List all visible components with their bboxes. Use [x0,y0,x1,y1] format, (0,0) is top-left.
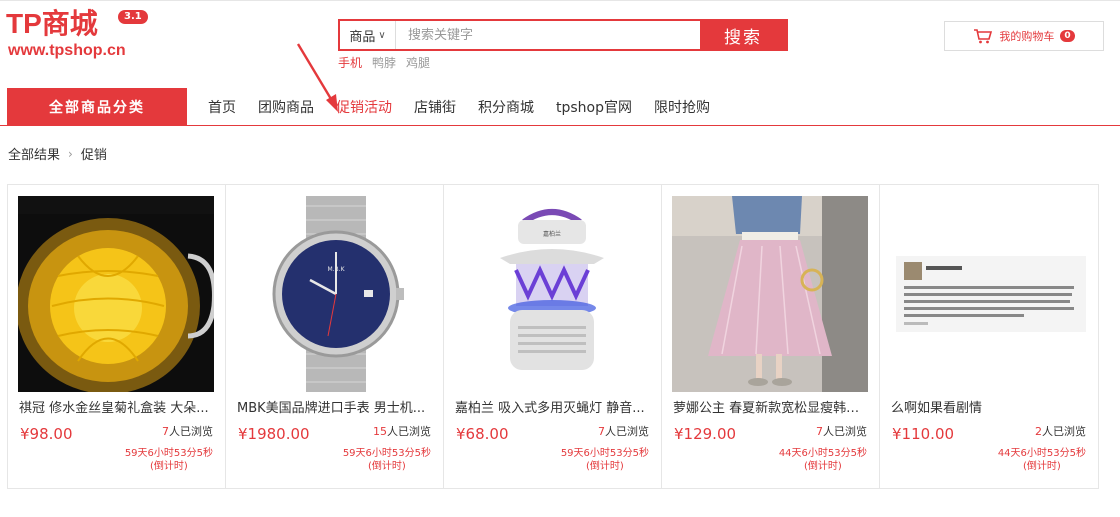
cart-icon [974,29,993,44]
product-name[interactable]: 嘉柏兰 吸入式多用灭蝇灯 静音... [455,397,651,416]
views-count: 15 [373,425,387,438]
views-count: 7 [598,425,605,438]
product-image[interactable]: 嘉柏兰 [454,196,650,392]
countdown-value: 44天6小时53分5秒 [778,448,867,459]
product-price: ¥68.00 [456,425,509,443]
product-card[interactable]: 祺冠 修水金丝皇菊礼盒装 大朵... ¥98.00 7人已浏览 59天6小时53… [8,185,226,488]
logo-url: www.tpshop.cn [8,42,126,59]
product-image[interactable] [672,196,868,392]
product-name[interactable]: 么啊如果看剧情 [891,397,1087,416]
views-count: 7 [162,425,169,438]
search-category-label: 商品 [349,29,376,45]
countdown-timer: 59天6小时53分5秒 (倒计时) [125,447,213,473]
views-count: 7 [816,425,823,438]
views-count: 2 [1035,425,1042,438]
hot-keywords: 手机 鸭脖 鸡腿 [338,54,430,71]
product-name[interactable]: MBK美国品牌进口手表 男士机... [237,397,433,416]
product-card[interactable]: M.B.K MBK美国品牌进口手表 男士机... ¥1980.00 15人已浏览… [226,185,444,488]
all-categories-button[interactable]: 全部商品分类 [7,88,187,126]
views-label: 人已浏览 [169,425,213,438]
svg-text:嘉柏兰: 嘉柏兰 [543,230,561,238]
countdown-note: (倒计时) [586,461,624,472]
product-views: 15人已浏览 [373,423,431,439]
nav-item-home[interactable]: 首页 [208,97,236,117]
nav-item-points-mall[interactable]: 积分商城 [478,97,534,117]
countdown-note: (倒计时) [150,461,188,472]
logo-title: TP商城 [6,8,98,39]
search-bar: 商品 ∨ 搜索 [338,19,788,51]
product-card[interactable]: 嘉柏兰 嘉柏兰 吸入式多用灭蝇灯 静音... ¥68.00 7人已浏览 59天6… [444,185,662,488]
product-price: ¥110.00 [892,425,955,443]
chevron-down-icon: ∨ [378,29,386,41]
svg-text:M.B.K: M.B.K [327,266,345,273]
views-label: 人已浏览 [605,425,649,438]
nav-item-official-site[interactable]: tpshop官网 [556,97,632,117]
product-price: ¥98.00 [20,425,73,443]
product-image[interactable]: M.B.K [236,196,432,392]
breadcrumb-root[interactable]: 全部结果 [8,144,60,163]
product-views: 7人已浏览 [816,423,867,439]
search-category-select[interactable]: 商品 ∨ [340,21,396,49]
views-label: 人已浏览 [1042,425,1086,438]
product-views: 7人已浏览 [598,423,649,439]
countdown-note: (倒计时) [804,461,842,472]
product-views: 7人已浏览 [162,423,213,439]
chevron-right-icon: › [68,146,73,161]
version-badge: 3.1 [118,10,148,24]
countdown-value: 59天6小时53分5秒 [124,448,213,459]
countdown-timer: 44天6小时53分5秒 (倒计时) [779,447,867,473]
product-price: ¥129.00 [674,425,737,443]
product-name[interactable]: 萝娜公主 春夏新款宽松显瘦韩版... [673,397,869,416]
nav-menu: 首页 团购商品 促销活动 店铺街 积分商城 tpshop官网 限时抢购 [208,88,732,126]
nav-item-promotions[interactable]: 促销活动 [336,97,392,117]
product-name[interactable]: 祺冠 修水金丝皇菊礼盒装 大朵... [19,397,215,416]
breadcrumb: 全部结果 › 促销 [8,144,107,164]
views-label: 人已浏览 [387,425,431,438]
cart-label: 我的购物车 [999,30,1055,43]
countdown-timer: 59天6小时53分5秒 (倒计时) [561,447,649,473]
countdown-note: (倒计时) [1023,461,1061,472]
cart-button[interactable]: 我的购物车 0 [944,21,1104,51]
nav-item-flash-sale[interactable]: 限时抢购 [654,97,710,117]
product-views: 2人已浏览 [1035,423,1086,439]
countdown-note: (倒计时) [368,461,406,472]
countdown-timer: 44天6小时53分5秒 (倒计时) [998,447,1086,473]
product-card[interactable]: 么啊如果看剧情 ¥110.00 2人已浏览 44天6小时53分5秒 (倒计时) [880,185,1098,488]
product-card[interactable]: 萝娜公主 春夏新款宽松显瘦韩版... ¥129.00 7人已浏览 44天6小时5… [662,185,880,488]
hot-keyword[interactable]: 鸡腿 [406,54,430,71]
breadcrumb-current: 促销 [80,148,107,163]
product-grid: 祺冠 修水金丝皇菊礼盒装 大朵... ¥98.00 7人已浏览 59天6小时53… [7,184,1099,489]
countdown-value: 59天6小时53分5秒 [560,448,649,459]
hot-keyword[interactable]: 鸭脖 [372,54,396,71]
views-label: 人已浏览 [823,425,867,438]
cart-count-badge: 0 [1060,30,1075,42]
main-nav: 全部商品分类 首页 团购商品 促销活动 店铺街 积分商城 tpshop官网 限时… [0,88,1120,126]
countdown-value: 59天6小时53分5秒 [342,448,431,459]
product-image[interactable] [890,196,1086,392]
product-image[interactable] [18,196,214,392]
hot-keyword[interactable]: 手机 [338,54,362,71]
countdown-timer: 59天6小时53分5秒 (倒计时) [343,447,431,473]
site-logo[interactable]: TP商城 3.1 www.tpshop.cn [6,6,166,66]
top-divider [0,0,1120,1]
countdown-value: 44天6小时53分5秒 [997,448,1086,459]
search-button[interactable]: 搜索 [700,20,786,50]
search-input[interactable] [396,21,700,49]
nav-item-group-buy[interactable]: 团购商品 [258,97,314,117]
product-price: ¥1980.00 [238,425,310,443]
nav-item-shop-street[interactable]: 店铺街 [414,97,456,117]
